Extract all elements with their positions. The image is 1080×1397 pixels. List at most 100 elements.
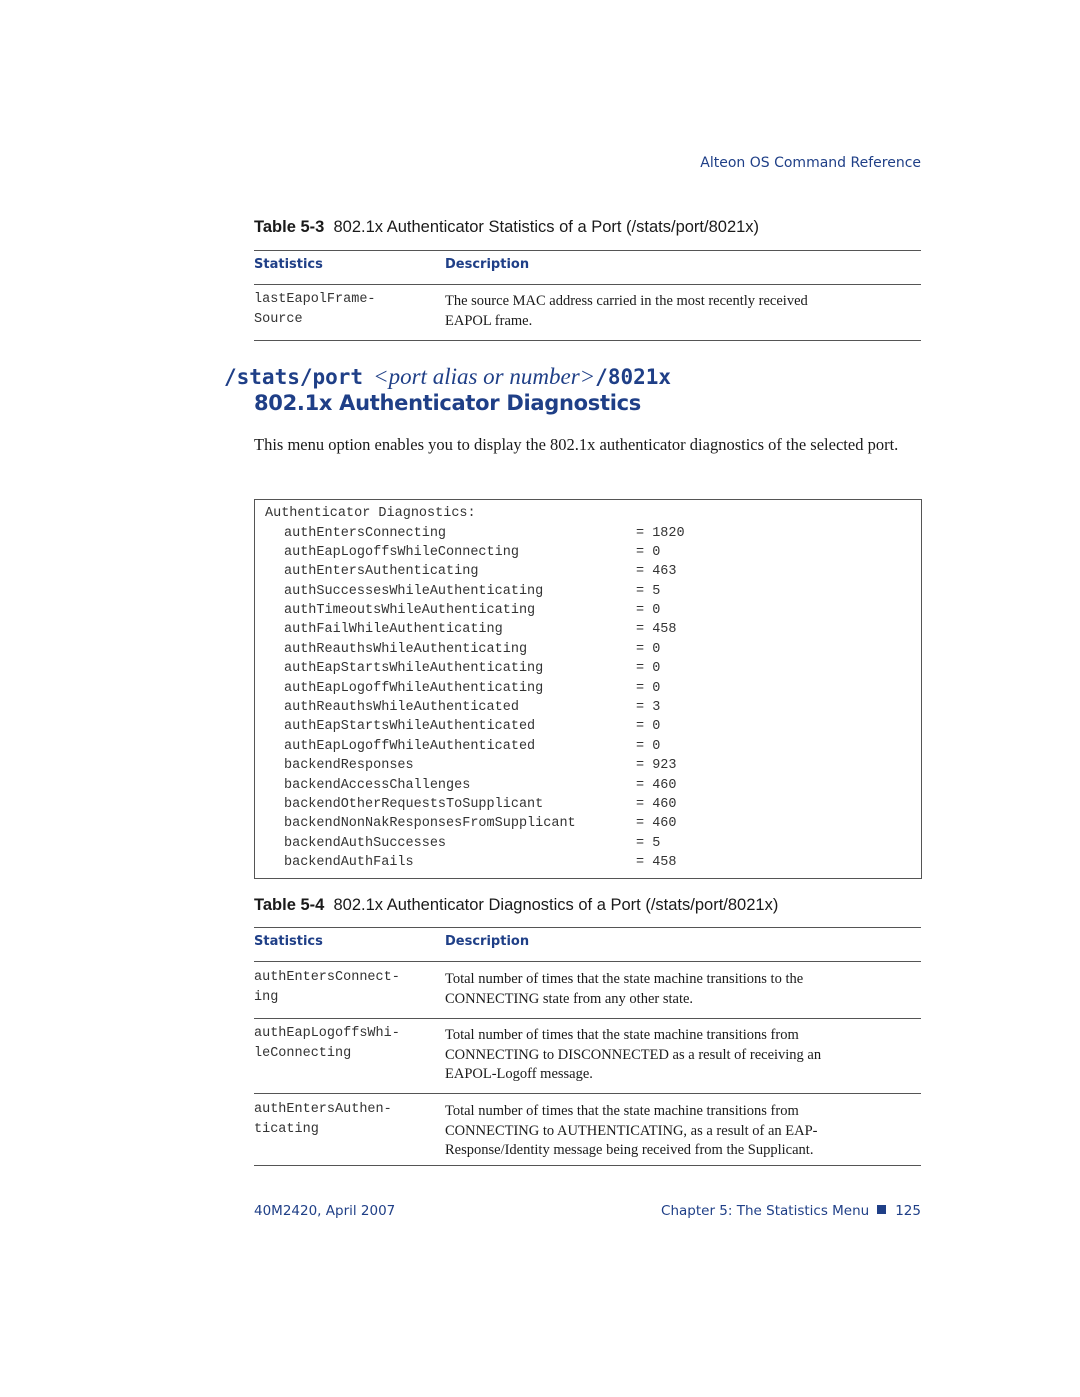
output-key: backendAuthSuccesses [284,835,447,851]
table-row-stat: lastEapolFrame- Source [254,290,376,329]
desc-line: CONNECTING to DISCONNECTED as a result o… [445,1046,822,1063]
output-value: = 0 [636,603,661,619]
command-prefix: /stats/port [224,365,364,389]
table-label: Table 5-4 [254,896,325,914]
output-row: backendAccessChallenges = 460 [284,776,685,795]
output-key: authEapStartsWhileAuthenticated [284,719,536,735]
stat-line: authEntersConnect- [254,970,400,985]
column-header-description: Description [445,934,530,949]
column-header-statistics: Statistics [254,934,323,949]
table-row-rule [254,1165,921,1166]
column-header-statistics: Statistics [254,257,323,272]
table-5-3-caption: Table 5-3 802.1x Authenticator Statistic… [254,218,922,237]
output-key: backendNonNakResponsesFromSupplicant [284,816,576,832]
table-row-rule [254,1093,921,1094]
table-row-description: The source MAC address carried in the mo… [445,292,808,331]
table-row-description: Total number of times that the state mac… [445,1026,821,1085]
table-header-rule [254,961,921,962]
stat-line: authEapLogoffsWhi- [254,1026,400,1041]
square-bullet-icon [877,1205,887,1214]
output-key: authReauthsWhileAuthenticated [284,700,519,716]
table-5-4-caption: Table 5-4 802.1x Authenticator Diagnosti… [254,896,922,915]
desc-line: The source MAC address carried in the mo… [445,293,808,309]
output-key: authTimeoutsWhileAuthenticating [284,603,536,619]
output-key: backendResponses [284,758,414,774]
output-key: backendOtherRequestsToSupplicant [284,796,544,812]
output-rows: authEntersConnecting = 1820 authEapLogoffs… [284,524,685,873]
output-key: authSuccessesWhileAuthenticating [284,583,544,599]
table-row-stat: authEapLogoffsWhi-leConnecting [254,1024,400,1063]
output-row: backendAuthFails = 458 [284,853,685,872]
output-key: authEntersAuthenticating [284,564,479,580]
output-row: authReauthsWhileAuthenticating = 0 [284,640,685,659]
command-suffix: /8021x [595,365,672,389]
output-row: authFailWhileAuthenticating = 458 [284,620,685,639]
output-value: = 0 [636,641,661,657]
table-row-description: Total number of times that the state mac… [445,970,803,1009]
output-row: authTimeoutsWhileAuthenticating = 0 [284,601,685,620]
desc-line: CONNECTING to AUTHENTICATING, as a resul… [445,1122,818,1139]
output-row: backendOtherRequestsToSupplicant = 460 [284,795,685,814]
output-row: authEapStartsWhileAuthenticating = 0 [284,659,685,678]
table-caption-text: 802.1x Authenticator Diagnostics of a Po… [333,896,779,914]
desc-line: Total number of times that the state mac… [445,1027,799,1043]
table-bottom-rule [254,340,921,341]
output-value: = 463 [636,564,677,580]
output-value: = 460 [636,816,677,832]
desc-line: Response/Identity message being received… [445,1142,814,1158]
table-caption-text: 802.1x Authenticator Statistics of a Por… [333,218,760,236]
output-row: backendNonNakResponsesFromSupplicant = 46… [284,814,685,833]
output-row: authEapLogoffWhileAuthenticated = 0 [284,737,685,756]
output-value: = 460 [636,796,677,812]
command-param: <port alias or number> [373,364,596,389]
output-row: backendAuthSuccesses = 5 [284,834,685,853]
output-row: backendResponses = 923 [284,756,685,775]
section-intro: This menu option enables you to display … [254,435,899,454]
output-value: = 3 [636,700,661,716]
output-row: authEapStartsWhileAuthenticated = 0 [284,717,685,736]
output-value: = 0 [636,661,661,677]
output-key: authEapLogoffWhileAuthenticating [284,680,544,696]
table-header-rule [254,284,921,285]
output-title: Authenticator Diagnostics: [265,506,476,521]
stat-line: ing [254,989,279,1005]
output-value: = 923 [636,758,677,774]
table-top-rule [254,250,921,251]
stat-line: authEntersAuthen- [254,1102,392,1117]
output-value: = 0 [636,680,661,696]
table-label: Table 5-3 [254,218,325,236]
table-row-description: Total number of times that the state mac… [445,1102,818,1161]
stat-line: lastEapolFrame- [254,292,376,307]
output-row: authEapLogoffWhileAuthenticating = 0 [284,679,685,698]
output-row: authEapLogoffsWhileConnecting = 0 [284,543,685,562]
output-value: = 1820 [636,525,685,541]
output-row: authReauthsWhileAuthenticated = 3 [284,698,685,717]
command-path-heading: /stats/port <port alias or number>/8021x [224,364,671,390]
output-row: authEntersAuthenticating = 463 [284,562,685,581]
running-header: Alteon OS Command Reference [700,155,921,171]
desc-line: EAPOL frame. [445,312,533,329]
chapter-label: Chapter 5: The Statistics Menu [661,1203,870,1219]
command-output-box: Authenticator Diagnostics: authEntersCon… [254,499,922,879]
stat-line: leConnecting [254,1045,352,1061]
desc-line: EAPOL-Logoff message. [445,1066,593,1082]
stat-line: Source [254,311,303,327]
table-row-stat: authEntersConnect-ing [254,968,400,1007]
output-key: authReauthsWhileAuthenticating [284,641,528,657]
output-value: = 0 [636,738,661,754]
output-key: authEapStartsWhileAuthenticating [284,661,544,677]
output-key: backendAccessChallenges [284,777,471,793]
output-value: = 5 [636,583,661,599]
desc-line: CONNECTING state from any other state. [445,990,694,1007]
output-key: authEapLogoffWhileAuthenticated [284,738,536,754]
footer-chapter: Chapter 5: The Statistics Menu 125 [0,1203,921,1219]
output-value: = 458 [636,855,677,871]
output-value: = 5 [636,835,661,851]
stat-line: ticating [254,1121,319,1137]
output-key: backendAuthFails [284,855,414,871]
section-title: 802.1x Authenticator Diagnostics [254,391,641,415]
output-row: authEntersConnecting = 1820 [284,524,685,543]
output-row: authSuccessesWhileAuthenticating = 5 [284,582,685,601]
output-key: authEapLogoffsWhileConnecting [284,544,519,560]
table-row-stat: authEntersAuthen-ticating [254,1100,392,1139]
